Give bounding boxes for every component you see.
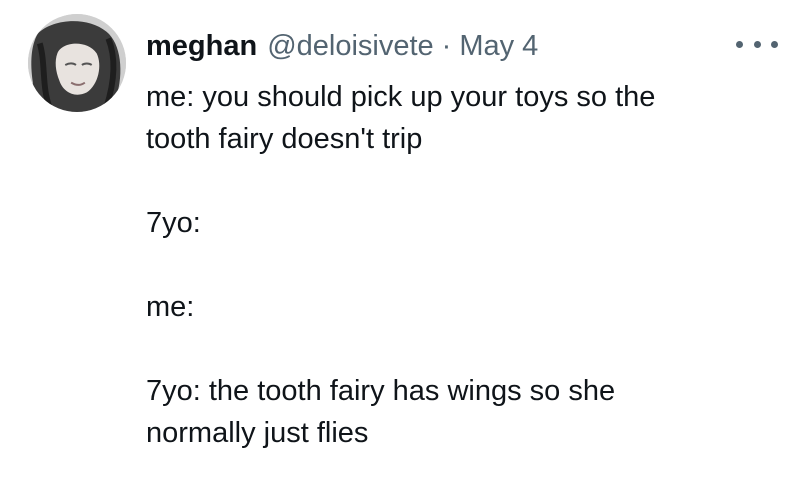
- tweet-line: 7yo: the tooth fairy has wings so she: [146, 375, 616, 407]
- dot: [771, 40, 778, 48]
- tweet-date[interactable]: May 4: [459, 24, 538, 68]
- tweet-line: me:: [146, 291, 195, 323]
- tweet-header: meghan @deloisivete · May 4: [146, 24, 538, 68]
- more-options-icon[interactable]: [736, 26, 778, 62]
- separator: ·: [441, 30, 452, 62]
- display-name[interactable]: meghan: [146, 24, 257, 68]
- tweet: meghan @deloisivete · May 4 me: you shou…: [0, 0, 800, 494]
- dot: [753, 40, 761, 48]
- tweet-line: me: you should pick up your toys so the: [146, 81, 656, 113]
- tweet-line: normally just flies: [146, 417, 369, 449]
- avatar-photo: [28, 14, 126, 112]
- dot: [736, 40, 743, 48]
- user-handle[interactable]: @deloisivete: [267, 24, 433, 68]
- tweet-line: 7yo:: [146, 207, 201, 239]
- tweet-line: tooth fairy doesn't trip: [146, 123, 423, 155]
- avatar[interactable]: [28, 14, 126, 112]
- tweet-text: me: you should pick up your toys so the …: [146, 76, 776, 454]
